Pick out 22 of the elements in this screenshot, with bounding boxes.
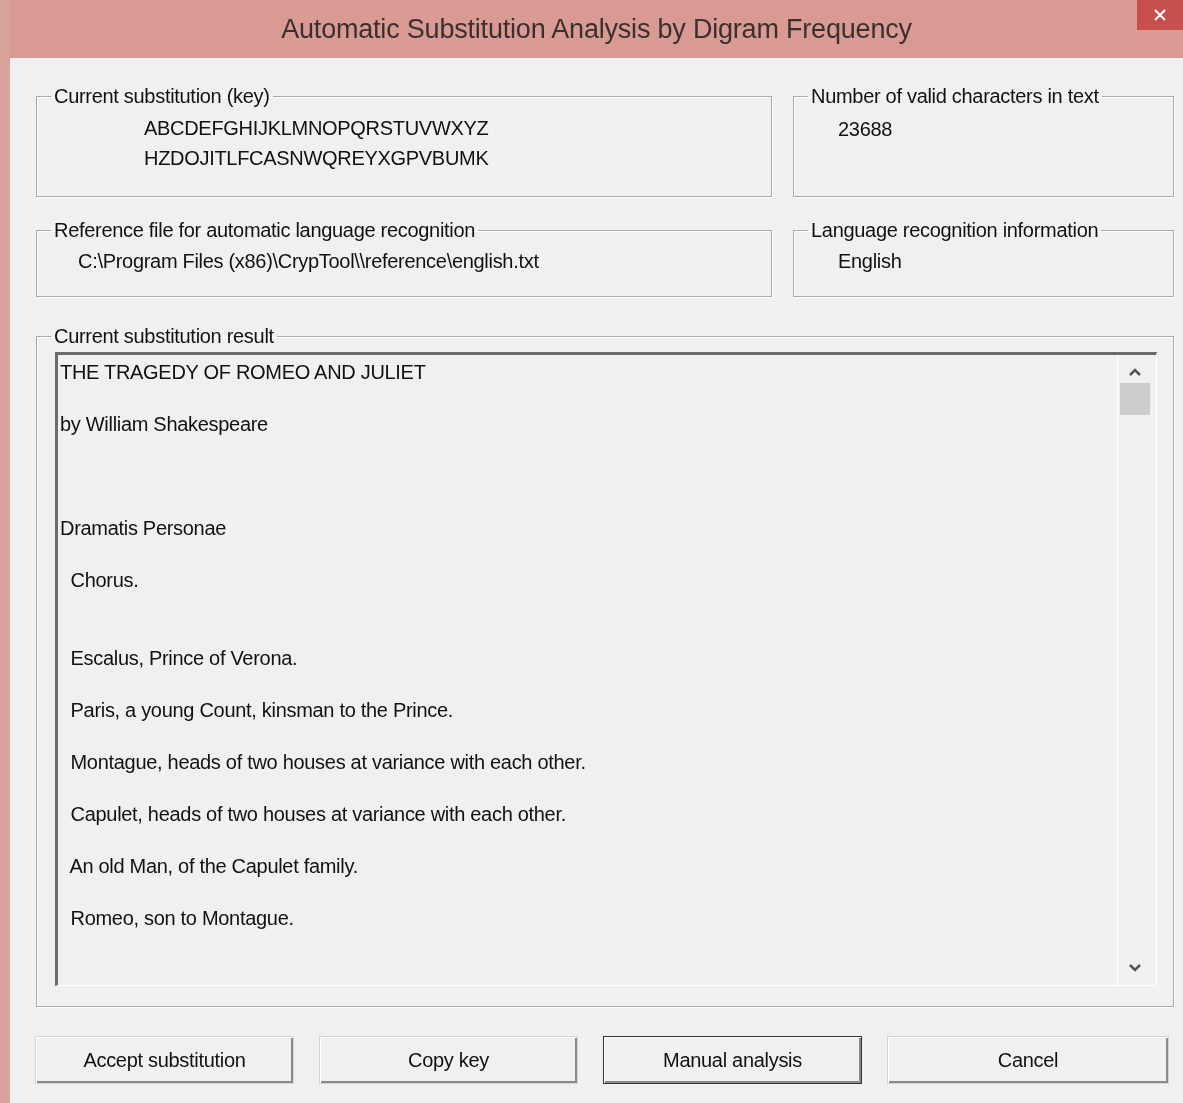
scrollbar[interactable] (1117, 355, 1152, 985)
group-label: Current substitution result (53, 325, 275, 347)
dialog-button[interactable]: Accept substitution (36, 1037, 293, 1083)
scroll-down-icon[interactable] (1128, 963, 1142, 973)
dialog-button[interactable]: Manual analysis (604, 1037, 861, 1083)
language-value: English (838, 250, 902, 272)
cipher-alphabet: HZDOJITLFCASNWQREYXGPVBUMK (144, 146, 490, 171)
group-label: Language recognition information (810, 219, 1100, 241)
scroll-thumb[interactable] (1120, 383, 1150, 415)
close-icon (1153, 8, 1167, 22)
dialog-button[interactable]: Cancel (888, 1037, 1168, 1083)
result-text: THE TRAGEDY OF ROMEO AND JULIET by William Shakespeare Dramatis Personae Chorus. Escalus, Prince of Verona. Paris, a young Count, kinsman to the Prince. Montague, heads of two houses at variance with each other. Capulet, heads of two houses at variance with each other. An old Man, of the Capulet family. Romeo, son to Montague. (59, 360, 587, 931)
group-label: Current substitution (key) (53, 85, 271, 107)
dialog-button[interactable]: Copy key (320, 1037, 577, 1083)
close-button[interactable] (1137, 0, 1183, 30)
group-label: Number of valid characters in text (810, 85, 1100, 107)
scroll-up-icon[interactable] (1128, 367, 1142, 377)
group-label: Reference file for automatic language recognition (53, 219, 477, 241)
plain-alphabet: ABCDEFGHIJKLMNOPQRSTUVWXYZ (144, 116, 490, 141)
window-title: Automatic Substitution Analysis by Digram Frequency (281, 13, 912, 45)
reference-file-path: C:\Program Files (x86)\CrypTool\\reference\english.txt (78, 250, 539, 272)
character-count: 23688 (838, 118, 893, 140)
